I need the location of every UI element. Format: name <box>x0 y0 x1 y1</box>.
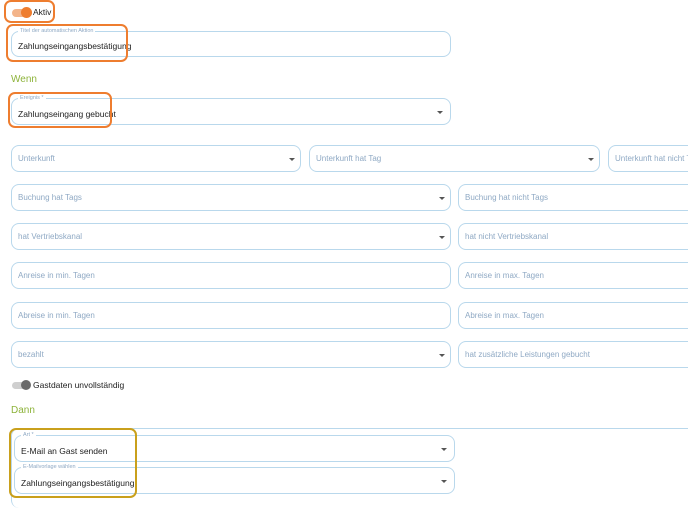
accommodation-has-not-tag-placeholder: Unterkunft hat nicht Ta <box>615 154 688 163</box>
no-sales-channel-placeholder: hat nicht Vertriebskanal <box>465 232 549 241</box>
booking-has-not-tags-placeholder: Buchung hat nicht Tags <box>465 193 549 202</box>
chevron-down-icon <box>437 110 443 114</box>
highlight-event-select <box>8 92 112 128</box>
booking-has-tags-select[interactable]: Buchung hat Tags <box>11 184 451 211</box>
highlight-then-fields <box>9 428 137 498</box>
section-then-heading: Dann <box>11 405 35 416</box>
arrival-min-days-placeholder: Anreise in min. Tagen <box>18 271 95 280</box>
chevron-down-icon <box>439 235 445 239</box>
additional-services-select[interactable]: hat zusätzliche Leistungen gebucht <box>458 341 688 368</box>
paid-select[interactable]: bezahlt <box>11 341 451 368</box>
sales-channel-select[interactable]: hat Vertriebskanal <box>11 223 451 250</box>
section-when-heading: Wenn <box>11 74 37 85</box>
accommodation-has-tag-select[interactable]: Unterkunft hat Tag <box>309 145 600 172</box>
chevron-down-icon <box>289 157 295 161</box>
booking-has-not-tags-select[interactable]: Buchung hat nicht Tags <box>458 184 688 211</box>
paid-placeholder: bezahlt <box>18 350 44 359</box>
departure-min-days-input[interactable]: Abreise in min. Tagen <box>11 302 451 329</box>
additional-services-placeholder: hat zusätzliche Leistungen gebucht <box>465 350 590 359</box>
accommodation-has-tag-placeholder: Unterkunft hat Tag <box>316 154 382 163</box>
booking-has-tags-placeholder: Buchung hat Tags <box>18 193 82 202</box>
chevron-down-icon <box>588 157 594 161</box>
highlight-title-field <box>6 24 128 62</box>
departure-min-days-placeholder: Abreise in min. Tagen <box>18 311 95 320</box>
accommodation-placeholder: Unterkunft <box>18 154 55 163</box>
chevron-down-icon <box>441 479 447 483</box>
arrival-max-days-input[interactable]: Anreise in max. Tagen <box>458 262 688 289</box>
no-sales-channel-select[interactable]: hat nicht Vertriebskanal <box>458 223 688 250</box>
guest-data-toggle[interactable] <box>12 380 31 390</box>
departure-max-days-placeholder: Abreise in max. Tagen <box>465 311 545 320</box>
accommodation-has-not-tag-select[interactable]: Unterkunft hat nicht Ta <box>608 145 688 172</box>
highlight-active-toggle <box>4 0 55 23</box>
arrival-max-days-placeholder: Anreise in max. Tagen <box>465 271 545 280</box>
guest-data-toggle-label: Gastdaten unvollständig <box>33 380 125 390</box>
departure-max-days-input[interactable]: Abreise in max. Tagen <box>458 302 688 329</box>
sales-channel-placeholder: hat Vertriebskanal <box>18 232 83 241</box>
chevron-down-icon <box>441 447 447 451</box>
arrival-min-days-input[interactable]: Anreise in min. Tagen <box>11 262 451 289</box>
toggle-knob <box>21 380 31 390</box>
chevron-down-icon <box>439 353 445 357</box>
chevron-down-icon <box>439 196 445 200</box>
accommodation-select[interactable]: Unterkunft <box>11 145 301 172</box>
